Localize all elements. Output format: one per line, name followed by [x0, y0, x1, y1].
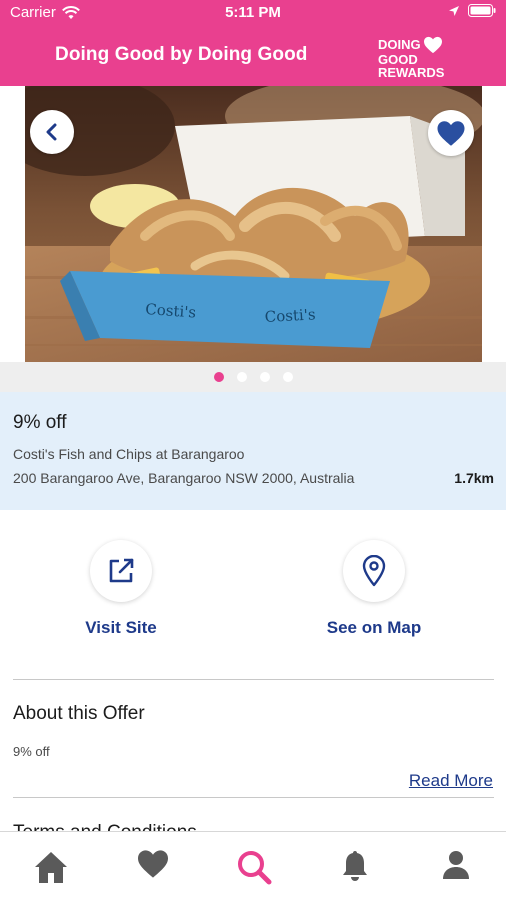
status-bar: Carrier 5:11 PM — [0, 0, 506, 26]
svg-text:Costi's: Costi's — [264, 305, 316, 326]
map-pin-icon — [362, 555, 386, 587]
tab-notifications[interactable] — [335, 849, 375, 889]
tab-profile[interactable] — [436, 849, 476, 889]
carousel-pager — [0, 362, 506, 392]
about-offer-text: 9% off — [13, 744, 50, 759]
search-icon — [238, 851, 272, 885]
heart-filled-icon — [437, 120, 465, 146]
svg-text:Costi's: Costi's — [145, 300, 197, 322]
favorite-button[interactable] — [428, 110, 474, 156]
location-arrow-icon — [449, 5, 459, 16]
pager-dot-1[interactable] — [213, 372, 224, 382]
home-icon — [35, 852, 67, 883]
logo-heart-icon — [423, 36, 442, 54]
see-on-map-label[interactable]: See on Map — [284, 618, 464, 638]
visit-site-label[interactable]: Visit Site — [31, 618, 211, 638]
offer-title: 9% off — [13, 412, 67, 433]
visit-site-action[interactable]: Visit Site — [31, 540, 211, 638]
pager-dot-4[interactable] — [282, 372, 293, 382]
heart-icon — [138, 850, 168, 878]
page-title: Doing Good by Doing Good — [55, 44, 308, 65]
back-button[interactable] — [30, 110, 74, 154]
logo-line-1: DOING — [378, 36, 421, 52]
status-time: 5:11 PM — [225, 4, 281, 21]
visit-site-button[interactable] — [90, 540, 152, 602]
divider — [13, 679, 494, 680]
chevron-left-icon — [46, 123, 57, 141]
fish-and-chips-image: Costi's Costi's — [25, 86, 482, 362]
tab-favorites[interactable] — [133, 849, 173, 889]
about-offer-heading: About this Offer — [13, 703, 145, 724]
pager-dot-3[interactable] — [259, 372, 270, 382]
see-on-map-button[interactable] — [343, 540, 405, 602]
status-right — [448, 4, 496, 17]
pager-dot-2[interactable] — [236, 372, 247, 382]
bell-icon — [343, 851, 367, 881]
app-header: Doing Good by Doing Good DOING GOOD REWA… — [0, 26, 506, 86]
offer-info-panel: 9% off Costi's Fish and Chips at Baranga… — [0, 392, 506, 510]
tab-home[interactable] — [31, 849, 71, 889]
brand-logo: DOING GOOD REWARDS — [378, 36, 462, 78]
bottom-tab-bar — [0, 831, 506, 900]
external-link-icon — [109, 558, 134, 583]
tab-search[interactable] — [234, 849, 274, 889]
battery-icon — [468, 4, 496, 17]
see-on-map-action[interactable]: See on Map — [284, 540, 464, 638]
divider — [13, 797, 494, 798]
merchant-address: 200 Barangaroo Ave, Barangaroo NSW 2000,… — [13, 470, 355, 486]
read-more-link[interactable]: Read More — [409, 771, 493, 791]
offer-photo[interactable]: Costi's Costi's — [25, 86, 482, 362]
distance-label: 1.7km — [454, 470, 494, 486]
logo-line-3: REWARDS — [378, 64, 445, 80]
person-icon — [443, 851, 469, 879]
merchant-name: Costi's Fish and Chips at Barangaroo — [13, 446, 245, 462]
